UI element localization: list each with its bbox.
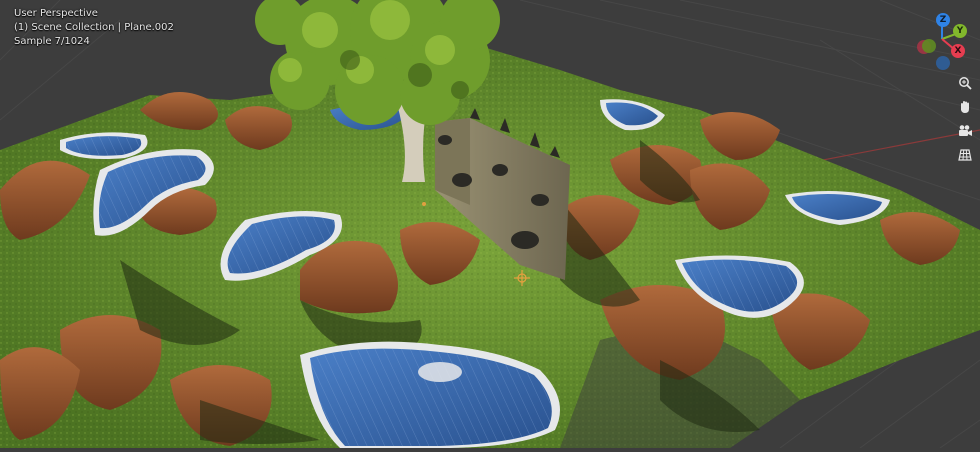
grid-icon [958,149,972,161]
pan-button[interactable] [954,96,976,118]
light-point [422,202,426,206]
gizmo-y-axis[interactable]: Y [953,24,967,38]
gizmo-y-label: Y [956,26,964,36]
zoom-icon [959,77,972,90]
gizmo-z-label: Z [939,15,947,25]
3d-viewport[interactable]: User Perspective (1) Scene Collection | … [0,0,980,449]
gizmo-x-label: X [954,46,962,56]
view-perspective-label: User Perspective [14,8,98,19]
zoom-button[interactable] [954,72,976,94]
collection-label: (1) Scene Collection | Plane.002 [14,22,174,33]
viewport-scene [0,0,980,449]
gizmo-x-axis[interactable]: X [951,44,965,58]
navigation-gizmo[interactable]: Z Y X [912,8,974,70]
gizmo-neg-z[interactable] [936,56,950,70]
hand-pan-icon [961,101,969,113]
perspective-toggle-button[interactable] [954,144,976,166]
gizmo-neg-y[interactable] [922,39,936,53]
render-sample-label: Sample 7/1024 [14,36,90,47]
camera-icon [958,125,972,136]
gizmo-z-axis[interactable]: Z [936,13,950,27]
camera-view-button[interactable] [954,120,976,142]
